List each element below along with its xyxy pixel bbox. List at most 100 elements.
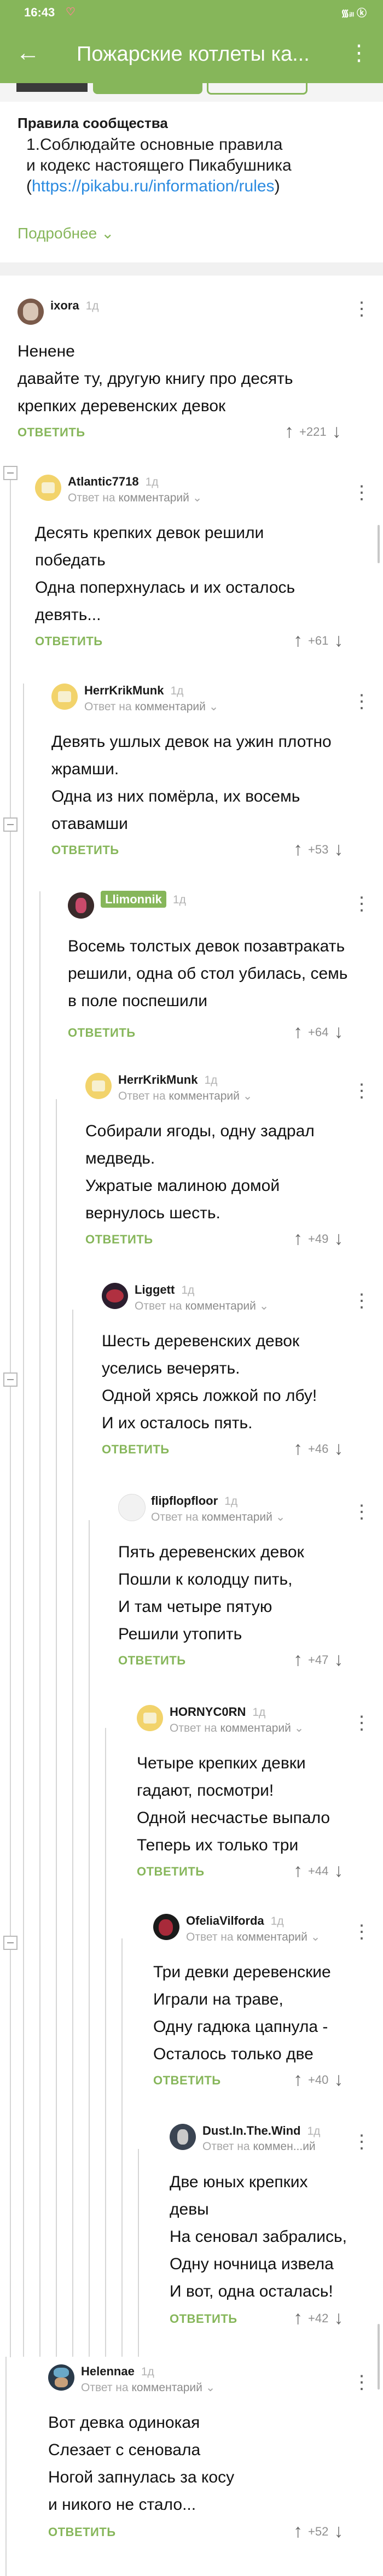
comment-author[interactable]: Helennae 1д (81, 2364, 154, 2379)
reply-button[interactable]: ОТВЕТИТЬ (102, 1442, 170, 1457)
collapse-thread-button[interactable] (3, 466, 18, 480)
downvote-icon[interactable]: ↓ (334, 2069, 343, 2090)
upvote-icon[interactable]: ↑ (293, 1438, 303, 1459)
upvote-icon[interactable]: ↑ (293, 1228, 303, 1249)
avatar[interactable] (68, 892, 94, 919)
upvote-icon[interactable]: ↑ (293, 2308, 303, 2328)
reply-button[interactable]: ОТВЕТИТЬ (48, 2525, 116, 2539)
comment-menu-icon[interactable]: ⋮ (352, 483, 371, 502)
comment-menu-icon[interactable]: ⋮ (352, 300, 371, 318)
more-menu-icon[interactable]: ⋮ (348, 39, 370, 67)
reply-to-line[interactable]: Ответ на комментарий ⌄ (170, 1721, 304, 1735)
paren-open: ( (26, 177, 32, 195)
downvote-icon[interactable]: ↓ (334, 1021, 343, 1042)
downvote-icon[interactable]: ↓ (334, 839, 343, 860)
reply-button[interactable]: ОТВЕТИТЬ (137, 1865, 205, 1879)
downvote-icon[interactable]: ↓ (334, 1438, 343, 1459)
comment-menu-icon[interactable]: ⋮ (352, 1503, 371, 1521)
upvote-icon[interactable]: ↑ (293, 630, 303, 651)
comment-menu-icon[interactable]: ⋮ (352, 1082, 371, 1100)
thread-line (89, 1520, 90, 2357)
avatar[interactable] (137, 1705, 163, 1731)
reply-button[interactable]: ОТВЕТИТЬ (170, 2312, 237, 2326)
reply-to-line[interactable]: Ответ на комментарий ⌄ (186, 1930, 320, 1944)
avatar[interactable] (51, 684, 78, 710)
collapse-thread-button[interactable] (3, 817, 18, 832)
comment-score: +42 (308, 2311, 329, 2325)
comment-menu-icon[interactable]: ⋮ (352, 1292, 371, 1310)
reply-button[interactable]: ОТВЕТИТЬ (51, 843, 119, 857)
reply-to-line[interactable]: Ответ на коммен...ий (202, 2140, 316, 2153)
subscribe-button[interactable] (93, 83, 202, 94)
avatar[interactable] (170, 2124, 196, 2150)
author-name: ixora (50, 299, 79, 312)
comment-author[interactable]: ixora 1д (50, 299, 99, 313)
downvote-icon[interactable]: ↓ (332, 421, 341, 442)
avatar[interactable] (118, 1494, 146, 1521)
upvote-icon[interactable]: ↑ (293, 1649, 303, 1670)
comment-author[interactable]: Llimonnik 1д (101, 891, 186, 908)
avatar[interactable] (102, 1283, 128, 1309)
reply-to-line[interactable]: Ответ на комментарий ⌄ (84, 700, 218, 714)
avatar[interactable] (18, 299, 44, 325)
comment-author[interactable]: HORNYC0RN 1д (170, 1705, 265, 1719)
comment-author[interactable]: HerrKrikMunk 1д (118, 1073, 217, 1087)
reply-to-prefix: Ответ на (170, 1722, 217, 1734)
rules-link[interactable]: https://pikabu.ru/information/rules (32, 177, 275, 195)
comment-author[interactable]: OfeliaVilforda 1д (186, 1914, 284, 1928)
reply-to-prefix: Ответ на (186, 1931, 234, 1943)
collapse-thread-button[interactable] (3, 1372, 18, 1387)
upvote-icon[interactable]: ↑ (293, 1860, 303, 1881)
comment-author[interactable]: Liggett 1д (135, 1283, 194, 1297)
downvote-icon[interactable]: ↓ (334, 630, 343, 651)
downvote-icon[interactable]: ↓ (334, 2308, 343, 2328)
upvote-icon[interactable]: ↑ (285, 421, 294, 442)
reply-to-line[interactable]: Ответ на комментарий ⌄ (68, 491, 202, 505)
reply-button[interactable]: ОТВЕТИТЬ (68, 1026, 136, 1040)
collapse-thread-button[interactable] (3, 1936, 18, 1950)
downvote-icon[interactable]: ↓ (334, 1228, 343, 1249)
reply-button[interactable]: ОТВЕТИТЬ (35, 634, 103, 649)
author-name: Helennae (81, 2364, 135, 2378)
chevron-down-icon: ⌄ (208, 700, 219, 713)
vote-controls: ↑ +221 ↓ (285, 421, 341, 442)
comment-menu-icon[interactable]: ⋮ (352, 1714, 371, 1732)
reply-button[interactable]: ОТВЕТИТЬ (85, 1232, 153, 1247)
back-arrow-icon[interactable]: ← (14, 39, 42, 67)
outline-button[interactable] (207, 83, 307, 95)
reply-to-line[interactable]: Ответ на комментарий ⌄ (81, 2381, 215, 2394)
avatar[interactable] (48, 2364, 74, 2391)
more-link[interactable]: Подробнее ⌄ (18, 224, 114, 242)
comment-author[interactable]: Dust.In.The.Wind 1д (202, 2124, 320, 2138)
downvote-icon[interactable]: ↓ (334, 1649, 343, 1670)
comment-author[interactable]: Atlantic7718 1д (68, 475, 159, 489)
reply-button[interactable]: ОТВЕТИТЬ (118, 1654, 186, 1668)
comment-author[interactable]: flipflopfloor 1д (151, 1494, 237, 1508)
upvote-icon[interactable]: ↑ (293, 1021, 303, 1042)
reply-button[interactable]: ОТВЕТИТЬ (18, 425, 85, 440)
comment-author[interactable]: HerrKrikMunk 1д (84, 684, 183, 698)
comment-text: Шесть деревенских девок уселись вечерять… (102, 1332, 317, 1432)
avatar[interactable] (153, 1914, 179, 1940)
comment-menu-icon[interactable]: ⋮ (352, 2373, 371, 2392)
reply-button[interactable]: ОТВЕТИТЬ (153, 2073, 221, 2088)
downvote-icon[interactable]: ↓ (334, 1860, 343, 1881)
reply-to-line[interactable]: Ответ на комментарий ⌄ (118, 1089, 252, 1103)
upvote-icon[interactable]: ↑ (293, 839, 303, 860)
comment-menu-icon[interactable]: ⋮ (352, 895, 371, 913)
chevron-down-icon: ⌄ (275, 1511, 286, 1523)
avatar[interactable] (85, 1073, 112, 1099)
scrollbar-thumb[interactable] (378, 2324, 380, 2390)
comment-menu-icon[interactable]: ⋮ (352, 692, 371, 711)
avatar[interactable] (35, 475, 61, 501)
reply-to-line[interactable]: Ответ на комментарий ⌄ (135, 1299, 269, 1313)
comment-menu-icon[interactable]: ⋮ (352, 1923, 371, 1941)
upvote-icon[interactable]: ↑ (293, 2521, 303, 2542)
scrollbar-thumb[interactable] (378, 525, 380, 563)
comment-time: 1д (141, 2365, 154, 2378)
thread-line (5, 2357, 7, 2576)
reply-to-line[interactable]: Ответ на комментарий ⌄ (151, 1510, 285, 1524)
downvote-icon[interactable]: ↓ (334, 2521, 343, 2542)
upvote-icon[interactable]: ↑ (293, 2069, 303, 2090)
comment-menu-icon[interactable]: ⋮ (352, 2133, 371, 2151)
